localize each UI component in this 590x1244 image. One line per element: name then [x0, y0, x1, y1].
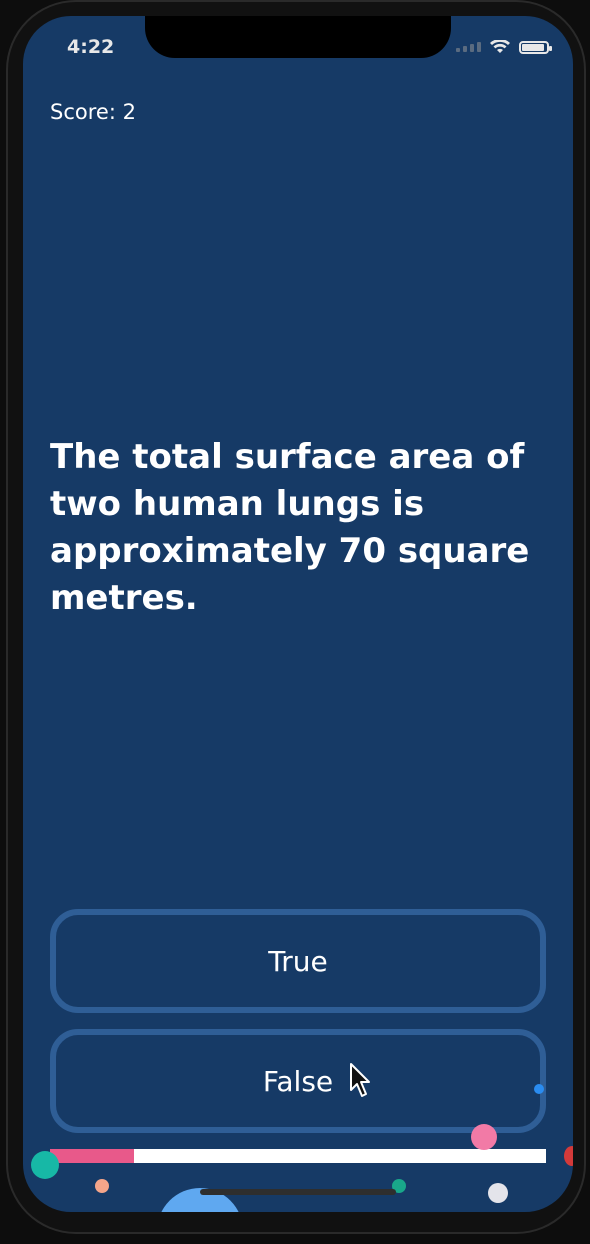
- confetti-dot: [534, 1084, 544, 1094]
- false-button[interactable]: False: [50, 1029, 546, 1133]
- app-screen: 4:22 Score: 2 The total surface area of …: [23, 16, 573, 1212]
- progress-fill: [50, 1149, 135, 1163]
- cellular-signal-icon: [456, 42, 481, 52]
- home-indicator[interactable]: [200, 1189, 396, 1195]
- device-frame: 4:22 Score: 2 The total surface area of …: [0, 0, 590, 1244]
- score-label: Score: 2: [50, 100, 136, 124]
- mouse-cursor-icon: [350, 1063, 370, 1097]
- confetti-dot: [564, 1146, 573, 1166]
- status-time: 4:22: [67, 36, 115, 58]
- status-icons: [456, 40, 552, 54]
- progress-bar: [50, 1149, 546, 1163]
- confetti-dot: [488, 1183, 508, 1203]
- notch: [145, 16, 451, 58]
- false-button-label: False: [262, 1064, 334, 1098]
- battery-icon: [519, 40, 552, 54]
- true-button-label: True: [268, 944, 328, 978]
- confetti-dot: [95, 1179, 109, 1193]
- confetti-dot: [471, 1124, 497, 1150]
- true-button[interactable]: True: [50, 909, 546, 1013]
- question-text: The total surface area of two human lung…: [50, 437, 530, 618]
- wifi-icon: [490, 40, 510, 53]
- confetti-dot: [31, 1151, 59, 1179]
